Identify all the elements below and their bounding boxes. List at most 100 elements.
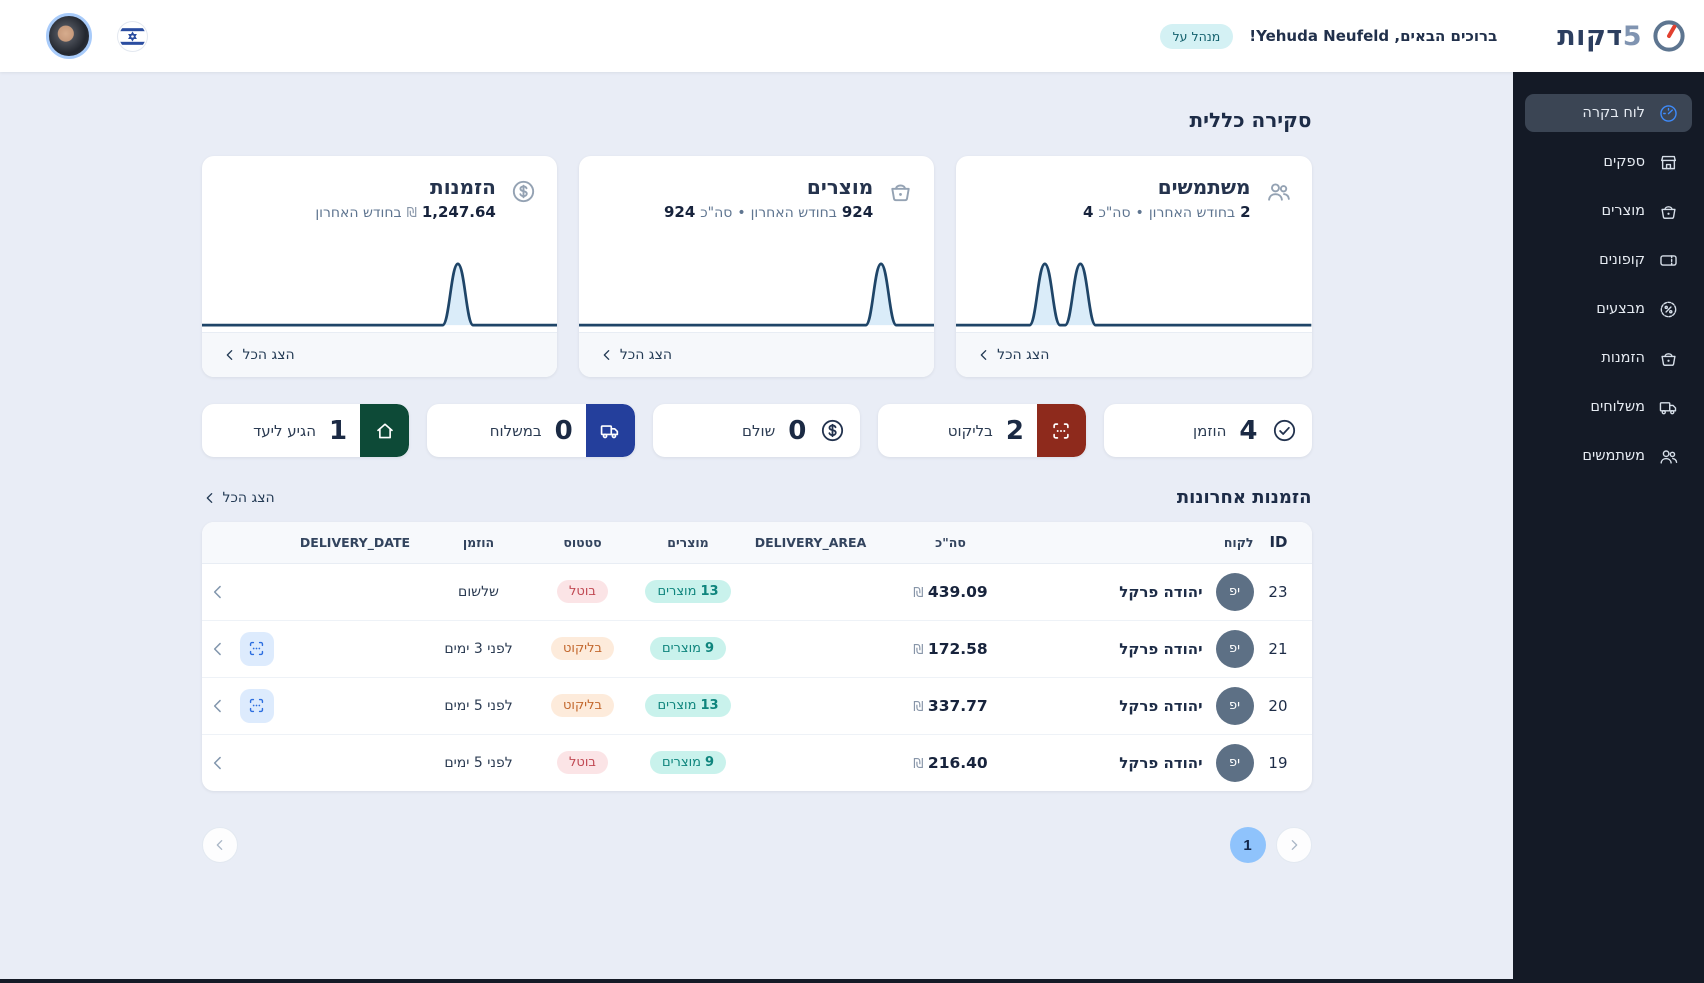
status-tile-value: 1 [329, 415, 348, 446]
overview-card-orders: הזמנות 1,247.64 ₪ בחודש האחרון הצג הכל [201, 156, 557, 377]
sidebar-item-label: מוצרים [1601, 203, 1645, 219]
customer-avatar: יפ [1215, 743, 1254, 782]
app-logo[interactable]: 5 דקות [1557, 17, 1688, 55]
ordered-time: שלשום [422, 563, 535, 621]
language-flag-button[interactable] [118, 21, 147, 51]
sidebar-item-coupons[interactable]: קופונים [1525, 241, 1692, 279]
card-period-label: בחודש האחרון [1148, 205, 1236, 221]
card-total-value: 924 [663, 203, 696, 221]
basket-icon [887, 178, 914, 205]
separator-dot: • [737, 205, 746, 221]
card-show-all-link[interactable]: הצג הכל [201, 332, 557, 377]
table-row[interactable]: 21 יפ יהודה פרקל 172.58 ₪ 9 מוצרים בליקוט לפני… [201, 620, 1312, 678]
bottom-edge-strip [0, 979, 1704, 983]
customer-avatar: יפ [1215, 572, 1254, 611]
column-header: לקוח [1025, 522, 1254, 564]
show-all-label: הצג הכל [242, 347, 295, 363]
sidebar-item-label: מבצעים [1596, 301, 1645, 317]
recent-orders-show-all-link[interactable]: הצג הכל [202, 490, 275, 506]
status-tile-label: הגיע ליעד [253, 421, 317, 440]
card-period-label: בחודש האחרון [750, 205, 837, 221]
delivery-area-cell [745, 620, 876, 678]
card-show-all-link[interactable]: הצג הכל [956, 332, 1312, 377]
show-all-label: הצג הכל [997, 347, 1050, 363]
pagination-next-button[interactable] [1275, 827, 1312, 863]
status-tile-paid[interactable]: 0 שולם [652, 404, 861, 457]
column-header: מוצרים [630, 522, 746, 564]
status-tile-picking[interactable]: 2 בליקוט [878, 404, 1086, 457]
card-subtitle: 924 בחודש האחרון • סה"כ 924 [664, 203, 873, 221]
card-show-all-link[interactable]: הצג הכל [578, 332, 935, 377]
table-header: ID לקוח סה"כ DELIVERY_AREA מוצרים סטטוס הוזמן D… [201, 522, 1312, 564]
sidebar-item-dashboard[interactable]: לוח בקרה [1525, 94, 1692, 132]
scan-button[interactable] [239, 688, 274, 723]
status-chip: בוטל [557, 751, 608, 775]
sparkline-chart [578, 256, 935, 332]
column-header: סטטוס [534, 522, 631, 564]
sidebar-item-label: משלוחים [1590, 399, 1645, 415]
card-month-value: 1,247.64 [421, 203, 496, 221]
table-row[interactable]: 23 יפ יהודה פרקל 439.09 ₪ 13 מוצרים בוטל שלשום [201, 563, 1312, 621]
delivery-date-cell [287, 677, 423, 735]
card-subtitle: 2 בחודש האחרון • סה"כ 4 [1083, 203, 1250, 221]
status-tile-value: 0 [788, 415, 807, 446]
status-tile-label: בליקוט [947, 421, 993, 440]
status-tile-value: 0 [554, 415, 573, 446]
table-row[interactable]: 19 יפ יהודה פרקל 216.40 ₪ 9 מוצרים בוטל לפני 5… [202, 734, 1312, 791]
card-total-value: 4 [1083, 203, 1094, 221]
logo-word: דקות [1557, 20, 1623, 52]
status-tile-shipping[interactable]: 0 במשלוח [427, 404, 635, 457]
promo-icon [1658, 299, 1679, 320]
status-chip: בליקוט [550, 637, 614, 660]
status-tile-ordered[interactable]: 4 הוזמן [1103, 404, 1312, 457]
pagination-prev-button[interactable] [201, 827, 238, 863]
row-chevron-button[interactable] [208, 753, 228, 773]
order-id: 23 [1253, 563, 1312, 621]
scan-button[interactable] [239, 631, 274, 666]
customer-name: יהודה פרקל [1119, 639, 1203, 658]
overview-card-products: מוצרים 924 בחודש האחרון • סה"כ 924 הצג הכל [578, 156, 935, 377]
sidebar-item-label: ספקים [1603, 154, 1645, 170]
top-bar: 5 דקות ברוכים הבאים, Yehuda Neufeld! מנהל… [0, 0, 1704, 72]
delivery-date-cell [287, 563, 423, 621]
chevron-left-icon [202, 490, 218, 506]
sidebar-item-deliveries[interactable]: משלוחים [1525, 388, 1692, 426]
status-tile-delivered[interactable]: 1 הגיע ליעד [201, 404, 410, 457]
delivery-area-cell [745, 563, 876, 621]
sidebar-item-products[interactable]: מוצרים [1525, 192, 1692, 230]
table-row[interactable]: 20 יפ יהודה פרקל 337.77 ₪ 13 מוצרים בליקוט לפנ… [201, 677, 1312, 735]
card-period-label: בחודש האחרון [315, 205, 402, 221]
dashboard-icon [1658, 103, 1679, 124]
products-chip: 9 מוצרים [649, 751, 726, 775]
dollar-icon [819, 417, 846, 444]
pagination-page-1[interactable]: 1 [1229, 827, 1266, 863]
sidebar-item-orders[interactable]: הזמנות [1525, 339, 1692, 377]
greeting-area: ברוכים הבאים, Yehuda Neufeld! מנהל על [1159, 23, 1497, 49]
products-chip: 13 מוצרים [645, 694, 731, 717]
main-area: סקירה כללית משתמשים 2 בחודש האחרון • סה"כ 4 הצ… [0, 72, 1513, 983]
status-tile-label: הוזמן [1193, 421, 1227, 440]
customer-name: יהודה פרקל [1119, 582, 1203, 601]
status-tiles: 4 הוזמן 2 בליקוט 0 שולם 0 במשלוח 1 הגיע ליעד [201, 404, 1312, 457]
sidebar-item-users[interactable]: משתמשים [1525, 437, 1692, 475]
logo-text: 5 דקות [1557, 21, 1642, 52]
delivery-area-cell [745, 677, 876, 735]
sidebar-item-promotions[interactable]: מבצעים [1525, 290, 1692, 328]
row-chevron-button[interactable] [208, 582, 228, 602]
delivery-date-cell [288, 734, 423, 791]
sidebar-item-suppliers[interactable]: ספקים [1525, 143, 1692, 181]
order-id: 19 [1268, 753, 1288, 772]
chevron-left-icon [976, 347, 992, 363]
customer-avatar: יפ [1215, 686, 1254, 725]
row-chevron-button[interactable] [208, 639, 228, 659]
row-chevron-button[interactable] [208, 696, 228, 716]
card-month-value: 2 [1240, 203, 1251, 221]
currency-symbol: ₪ [406, 206, 417, 221]
ordered-time: לפני 3 ימים [422, 620, 535, 678]
delivery-area-cell [746, 734, 876, 791]
user-avatar[interactable] [46, 13, 92, 59]
card-subtitle: 1,247.64 ₪ בחודש האחרון [315, 203, 495, 221]
recent-orders-title: הזמנות אחרונות [1176, 487, 1312, 508]
products-chip: 9 מוצרים [649, 637, 726, 660]
recent-orders-table: ID לקוח סה"כ DELIVERY_AREA מוצרים סטטוס הוזמן D… [201, 522, 1312, 791]
